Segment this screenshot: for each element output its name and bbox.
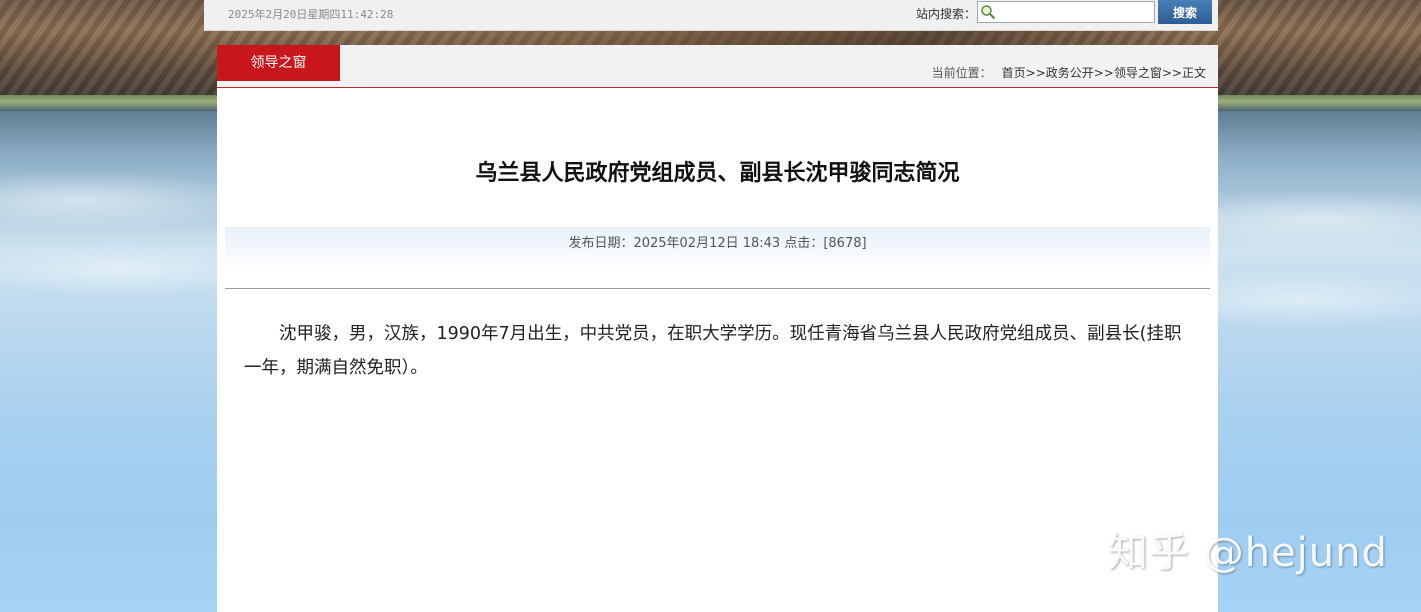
divider — [225, 288, 1210, 289]
breadcrumb: 当前位置： 首页>>政务公开>>领导之窗>>正文 — [932, 64, 1206, 81]
breadcrumb-current: 正文 — [1181, 66, 1206, 80]
current-datetime: 2025年2月20日星期四11:42:28 — [228, 8, 394, 21]
breadcrumb-home[interactable]: 首页 — [1002, 66, 1026, 80]
breadcrumb-leaders-window[interactable]: 领导之窗 — [1114, 66, 1162, 80]
breadcrumb-gov-affairs[interactable]: 政务公开 — [1046, 66, 1094, 80]
top-bar: 2025年2月20日星期四11:42:28 站内搜索： 搜索 — [204, 0, 1218, 31]
search-label: 站内搜索： — [916, 7, 977, 21]
search-icon — [981, 5, 996, 20]
search-input[interactable] — [998, 3, 1152, 21]
article-body: 沈甲骏，男，汉族，1990年7月出生，中共党员，在职大学学历。现任青海省乌兰县人… — [244, 324, 1182, 378]
content-panel: 领导之窗 当前位置： 首页>>政务公开>>领导之窗>>正文 乌兰县人民政府党组成员… — [217, 45, 1218, 612]
breadcrumb-separator: >> — [1025, 66, 1046, 80]
article-title: 乌兰县人民政府党组成员、副县长沈甲骏同志简况 — [475, 161, 960, 186]
watermark: 知乎 @hejund — [1108, 530, 1388, 576]
panel-header: 领导之窗 当前位置： 首页>>政务公开>>领导之窗>>正文 — [217, 45, 1218, 88]
breadcrumb-separator: >> — [1093, 66, 1114, 80]
section-tab-leaders[interactable]: 领导之窗 — [217, 45, 340, 81]
breadcrumb-label: 当前位置： — [931, 66, 992, 80]
article-meta: 发布日期：2025年02月12日 18:43 点击：[8678] — [225, 227, 1210, 271]
search-button[interactable]: 搜索 — [1158, 0, 1212, 24]
search-box[interactable] — [977, 1, 1155, 23]
breadcrumb-separator: >> — [1161, 66, 1182, 80]
